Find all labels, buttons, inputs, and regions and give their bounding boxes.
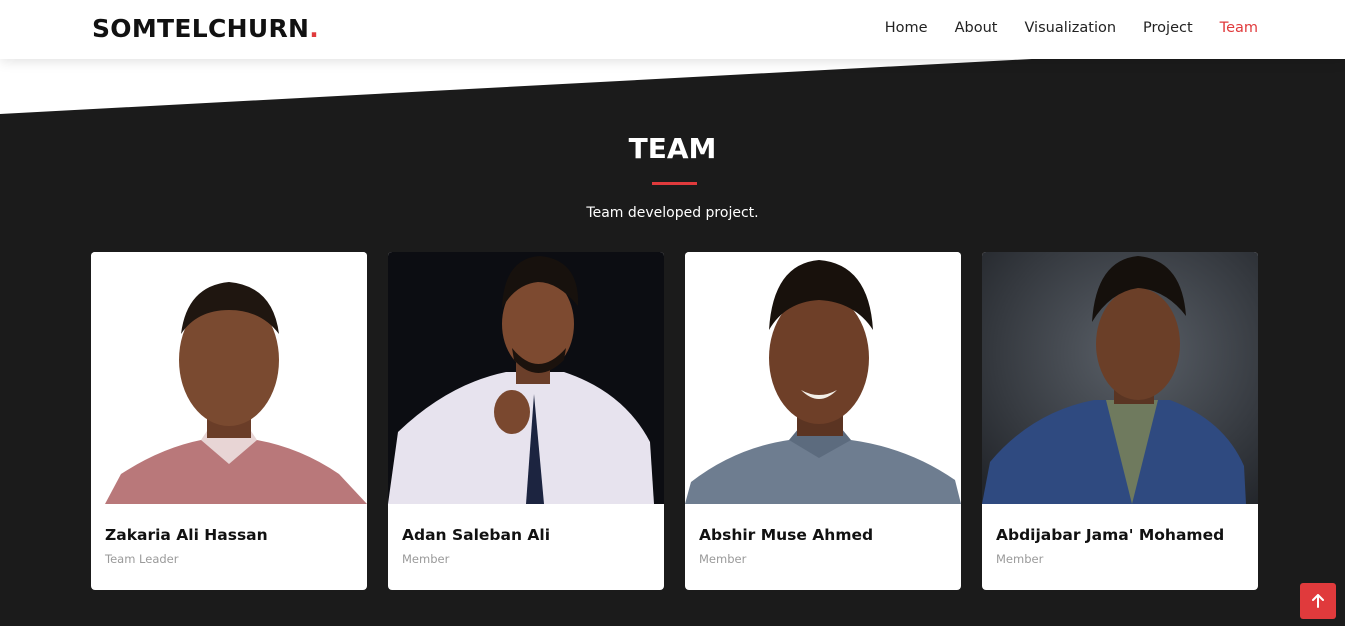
section-title: TEAM [628,132,717,165]
nav-link-about[interactable]: About [955,20,998,36]
team-card[interactable]: Abshir Muse Ahmed Member [685,252,961,590]
logo-text: SOMTELCHURN [92,14,310,43]
member-photo [685,252,961,504]
member-photo [388,252,664,504]
member-photo [91,252,367,504]
team-card[interactable]: Abdijabar Jama' Mohamed Member [982,252,1258,590]
main-nav: Home About Visualization Project Team [885,20,1258,36]
member-name: Abdijabar Jama' Mohamed [996,526,1225,544]
team-card[interactable]: Adan Saleban Ali Member [388,252,664,590]
site-logo[interactable]: SOMTELCHURN. [92,14,319,43]
nav-link-team[interactable]: Team [1220,20,1258,36]
member-name: Abshir Muse Ahmed [699,526,874,544]
member-photo [982,252,1258,504]
title-underline [652,182,697,185]
header-slant-divider [0,58,1345,114]
nav-link-home[interactable]: Home [885,20,928,36]
nav-link-project[interactable]: Project [1143,20,1193,36]
member-role: Team Leader [105,552,179,566]
team-card[interactable]: Zakaria Ali Hassan Team Leader [91,252,367,590]
site-header: SOMTELCHURN. Home About Visualization Pr… [0,0,1345,59]
member-role: Member [699,552,747,566]
member-name: Adan Saleban Ali [402,526,551,544]
member-name: Zakaria Ali Hassan [105,526,268,544]
section-subtitle: Team developed project. [586,205,759,221]
logo-dot: . [309,14,320,43]
member-role: Member [996,552,1044,566]
back-to-top-button[interactable] [1300,583,1336,619]
member-role: Member [402,552,450,566]
arrow-up-icon [1312,594,1324,608]
nav-link-visualization[interactable]: Visualization [1024,20,1116,36]
